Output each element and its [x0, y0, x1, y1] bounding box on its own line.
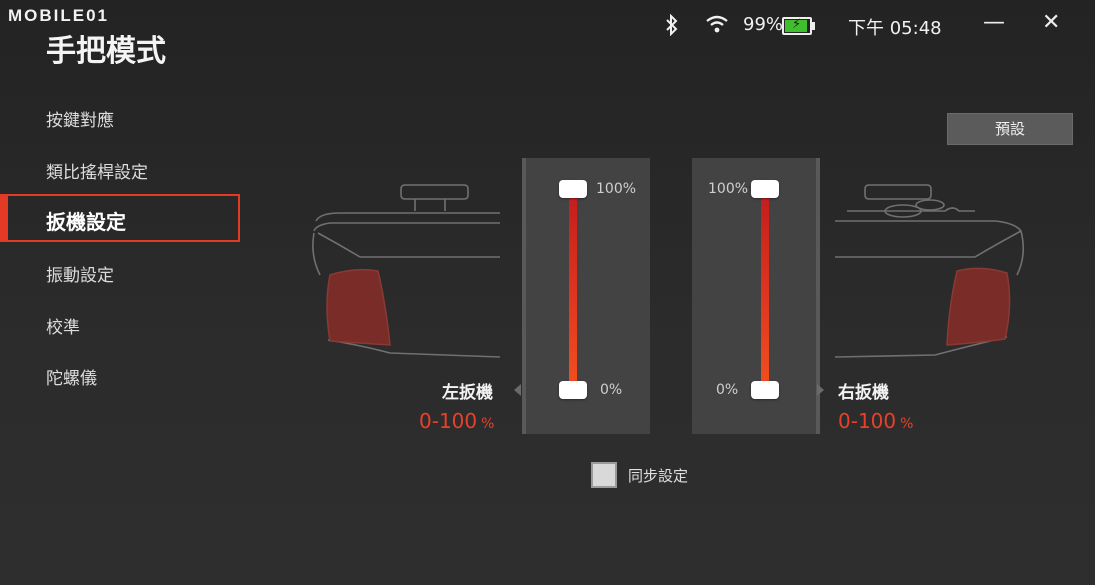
right-trigger-label: 右扳機 [838, 383, 889, 403]
left-trigger-label: 左扳機 [442, 383, 493, 403]
left-trigger-panel: 100% 0% [522, 158, 650, 434]
wifi-icon [706, 15, 728, 33]
right-trigger-grip [946, 267, 1011, 346]
right-trigger-range-unit: % [900, 416, 914, 432]
sync-settings-label: 同步設定 [628, 467, 689, 485]
sync-settings-checkbox[interactable] [591, 462, 617, 488]
left-trigger-grip [326, 268, 391, 346]
left-trigger-max-handle[interactable] [559, 180, 587, 198]
left-trigger-range-unit: % [481, 416, 495, 432]
left-trigger-min-label: 0% [600, 382, 623, 398]
bluetooth-icon [666, 14, 678, 36]
right-trigger-min-label: 0% [716, 382, 739, 398]
sidebar-item-gyroscope[interactable]: 陀螺儀 [46, 364, 97, 389]
charging-icon: ⚡ [792, 17, 802, 32]
sidebar-item-vibration[interactable]: 振動設定 [46, 261, 114, 286]
right-trigger-track [761, 196, 769, 390]
battery-percent: 99% [743, 14, 784, 35]
right-trigger-range: 0-100% [838, 409, 913, 433]
right-trigger-range-value: 0-100 [838, 409, 897, 433]
preset-button[interactable]: 預設 [947, 113, 1073, 145]
sidebar-item-calibration[interactable]: 校準 [46, 313, 80, 338]
close-button[interactable]: ✕ [1042, 10, 1060, 35]
sidebar-item-button-mapping[interactable]: 按鍵對應 [46, 106, 114, 131]
brand-logo: MOBILE01 [8, 6, 110, 25]
right-trigger-panel: 100% 0% [692, 158, 820, 434]
page-title: 手把模式 [46, 34, 166, 69]
minimize-button[interactable]: — [983, 10, 1005, 35]
left-controller-illustration [312, 184, 501, 358]
left-trigger-max-label: 100% [596, 181, 637, 197]
left-trigger-min-handle[interactable] [559, 381, 587, 399]
left-trigger-range-value: 0-100 [419, 409, 478, 433]
sidebar-item-trigger[interactable]: 扳機設定 [0, 194, 240, 242]
right-trigger-max-handle[interactable] [751, 180, 779, 198]
left-trigger-pointer [514, 384, 521, 396]
right-controller-illustration [835, 184, 1025, 358]
left-trigger-range: 0-100% [419, 409, 494, 433]
status-bar: 99% ⚡ 下午 05:48 — ✕ [635, 0, 1095, 52]
right-trigger-max-label: 100% [708, 181, 749, 197]
battery-icon: ⚡ [782, 17, 815, 35]
right-trigger-pointer [817, 384, 824, 396]
left-trigger-track [569, 196, 577, 390]
right-trigger-min-handle[interactable] [751, 381, 779, 399]
sidebar-item-analog-stick[interactable]: 類比搖桿設定 [46, 158, 148, 183]
sidebar-item-label: 扳機設定 [46, 210, 126, 234]
clock: 下午 05:48 [848, 18, 942, 39]
